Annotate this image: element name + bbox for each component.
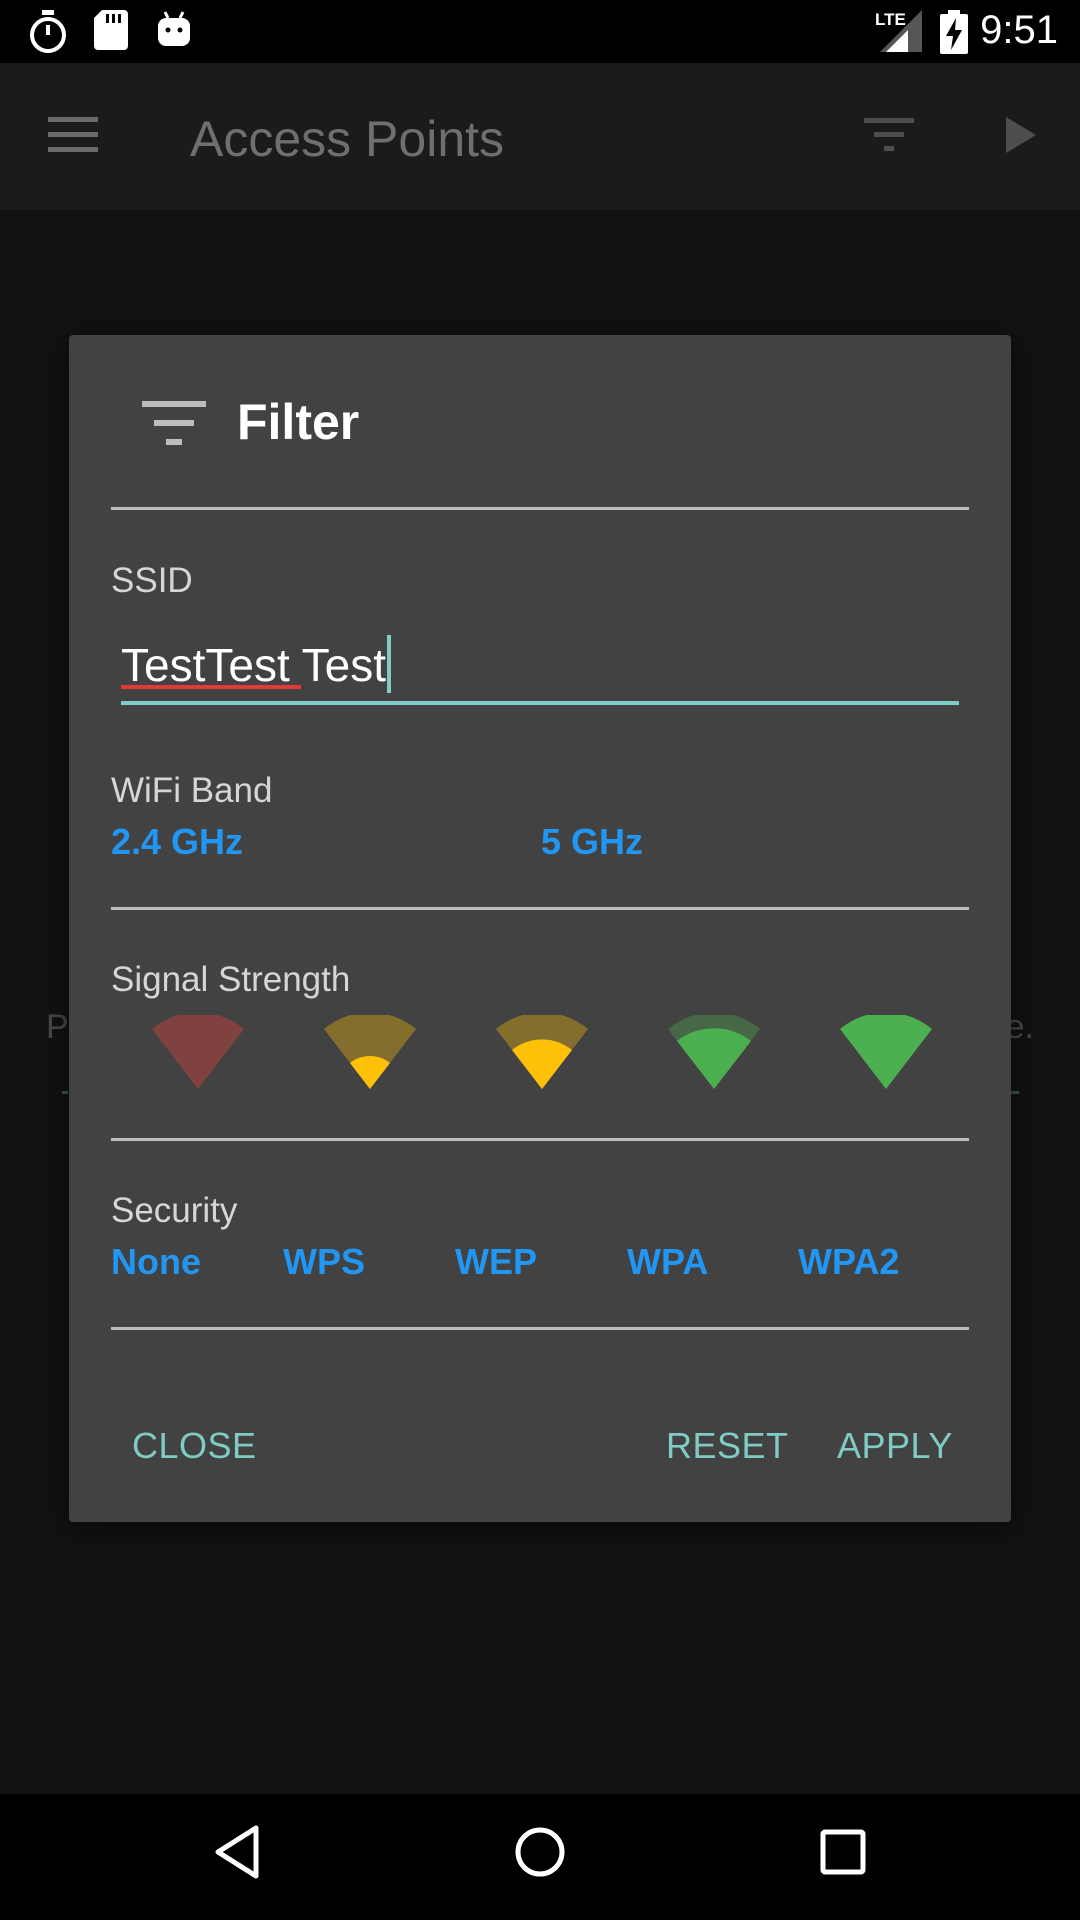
apply-button[interactable]: APPLY [837,1425,953,1467]
signal-fair-icon[interactable] [494,1015,590,1089]
battery-charging-icon [940,10,968,54]
home-icon[interactable] [512,1822,568,1882]
security-toggle-wps[interactable]: WPS [283,1241,365,1283]
divider [111,507,969,510]
signal-none-icon[interactable] [150,1015,246,1089]
close-button[interactable]: CLOSE [132,1425,257,1467]
text-cursor [387,635,392,693]
back-icon[interactable] [212,1822,262,1882]
reset-button[interactable]: RESET [666,1425,789,1467]
security-toggle-wep[interactable]: WEP [455,1241,537,1283]
navigation-bar [0,1794,1080,1920]
android-icon [158,11,190,46]
band-toggle-2-4ghz[interactable]: 2.4 GHz [111,821,243,863]
sd-card-icon [94,10,128,50]
page-title: Access Points [190,111,505,167]
filter-icon[interactable] [864,118,916,154]
play-icon[interactable] [1004,115,1038,155]
security-toggle-wpa2[interactable]: WPA2 [798,1241,899,1283]
security-toggle-none[interactable]: None [111,1241,201,1283]
filter-icon [142,401,206,445]
wifi-band-label: WiFi Band [111,771,273,810]
status-bar: LTE 9:51 [0,0,1080,63]
security-label: Security [111,1191,238,1230]
band-toggle-5ghz[interactable]: 5 GHz [541,821,643,863]
recent-apps-icon[interactable] [818,1822,868,1882]
ssid-label: SSID [111,561,193,600]
signal-weak-icon[interactable] [322,1015,418,1089]
menu-icon[interactable] [48,115,100,155]
signal-good-icon[interactable] [666,1015,762,1089]
divider [111,1138,969,1141]
background-text-left: P [46,1008,69,1046]
spellcheck-underline [121,685,301,689]
filter-dialog: Filter SSID TestTest Test WiFi Band 2.4 … [69,335,1011,1522]
signal-excellent-icon[interactable] [838,1015,934,1089]
dialog-title: Filter [237,394,360,450]
background-link-left [62,1058,68,1094]
signal-strength-label: Signal Strength [111,960,351,999]
ssid-input[interactable]: TestTest Test [121,635,959,705]
app-bar: Access Points [0,63,1080,210]
cell-signal-icon [880,10,922,52]
divider [111,907,969,910]
security-toggle-wpa[interactable]: WPA [627,1241,708,1283]
divider [111,1327,969,1330]
stopwatch-icon [30,10,66,53]
status-time: 9:51 [980,8,1058,52]
ssid-value: TestTest Test [121,639,387,691]
